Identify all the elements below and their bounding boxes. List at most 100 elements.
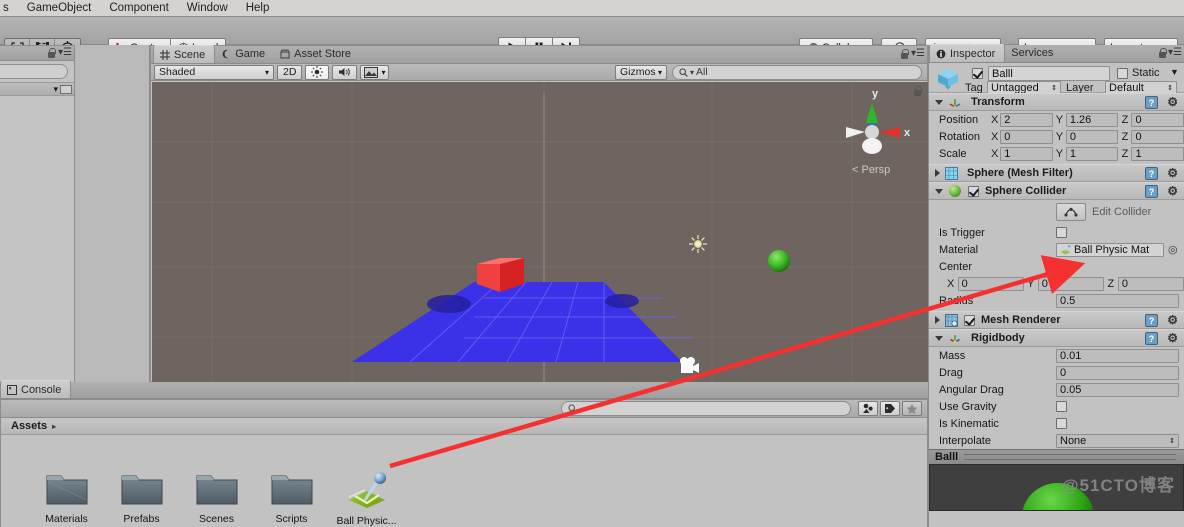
- help-icon[interactable]: ?: [1145, 167, 1158, 180]
- menu-item-window[interactable]: Window: [178, 0, 237, 16]
- interpolate-dropdown[interactable]: None ⇕: [1056, 433, 1179, 448]
- scene-effects-toggle[interactable]: ▾: [360, 64, 390, 80]
- material-object-field[interactable]: Ball Physic Mat: [1056, 242, 1164, 257]
- asset-item-ball-physic-material[interactable]: Ball Physic...: [329, 470, 404, 527]
- component-header-sphere-collider[interactable]: Sphere Collider ? ⚙: [929, 182, 1184, 200]
- renderer-enabled-checkbox[interactable]: [964, 314, 975, 326]
- gizmos-dropdown[interactable]: Gizmos ▾: [615, 64, 667, 80]
- use-gravity-checkbox[interactable]: [1056, 401, 1067, 412]
- hierarchy-menu-icon[interactable]: ▾☰: [58, 47, 72, 58]
- object-name-input[interactable]: Balll: [988, 66, 1110, 81]
- position-z-input[interactable]: 0: [1131, 112, 1184, 127]
- favorites-button[interactable]: [902, 401, 922, 416]
- transform-rotation-row: Rotation X 0 Y 0 Z 0: [929, 128, 1184, 145]
- drag-input[interactable]: 0: [1056, 365, 1179, 380]
- tab-game[interactable]: Game: [215, 45, 274, 63]
- menu-item-help[interactable]: Help: [237, 0, 279, 16]
- tab-asset-store[interactable]: Asset Store: [274, 45, 360, 63]
- inspector-menu-icon[interactable]: ▾☰: [1168, 47, 1182, 58]
- scale-x-input[interactable]: 1: [1000, 146, 1053, 161]
- position-y-input[interactable]: 1.26: [1065, 112, 1119, 127]
- asset-item-prefabs[interactable]: Prefabs: [104, 470, 179, 527]
- hierarchy-panel: ▾☰ ▾ ght: [0, 45, 75, 385]
- scene-viewport[interactable]: y x < Persp: [152, 82, 928, 382]
- lock-icon[interactable]: [47, 48, 56, 59]
- is-trigger-checkbox[interactable]: [1056, 227, 1067, 238]
- scene-orientation-gizmo[interactable]: y x < Persp: [828, 85, 920, 185]
- tab-inspector[interactable]: Inspector: [929, 44, 1006, 62]
- project-search-input[interactable]: [561, 401, 851, 416]
- angular-drag-input[interactable]: 0.05: [1056, 382, 1179, 397]
- gear-icon[interactable]: ⚙: [1167, 166, 1178, 180]
- scene-lighting-toggle[interactable]: [305, 64, 330, 80]
- scene-menu-icon[interactable]: ▾☰: [911, 48, 925, 59]
- gear-icon[interactable]: ⚙: [1167, 95, 1178, 109]
- asset-item-materials[interactable]: Materials: [29, 470, 104, 527]
- inspector-lock-icon[interactable]: [1158, 48, 1167, 59]
- scale-z-input[interactable]: 1: [1131, 146, 1184, 161]
- menu-item-clipped[interactable]: s: [0, 0, 18, 16]
- tab-console-label: Console: [21, 383, 62, 396]
- component-header-mesh-filter[interactable]: Sphere (Mesh Filter) ? ⚙: [929, 164, 1184, 182]
- mass-input[interactable]: 0.01: [1056, 348, 1179, 363]
- preview-drag-handle[interactable]: [964, 454, 1176, 460]
- foldout-icon[interactable]: [935, 316, 940, 324]
- help-icon[interactable]: ?: [1145, 332, 1158, 345]
- component-header-rigidbody[interactable]: Rigidbody ? ⚙: [929, 329, 1184, 347]
- menu-item-component[interactable]: Component: [100, 0, 177, 16]
- preview-body[interactable]: @51CTO博客: [929, 464, 1184, 511]
- menu-item-gameobject[interactable]: GameObject: [18, 0, 101, 16]
- chevron-down-icon[interactable]: ▼: [1170, 67, 1179, 77]
- center-label: Center: [939, 260, 973, 273]
- foldout-icon[interactable]: [935, 99, 943, 105]
- hierarchy-search-input[interactable]: [0, 64, 68, 79]
- edit-collider-button[interactable]: [1056, 203, 1086, 221]
- filter-by-type-button[interactable]: [858, 401, 878, 416]
- object-picker-icon[interactable]: ◎: [1168, 243, 1178, 256]
- object-enabled-checkbox[interactable]: [972, 68, 983, 79]
- radius-input[interactable]: 0.5: [1056, 293, 1179, 308]
- chevron-down-icon[interactable]: ▾: [53, 84, 58, 95]
- scene-audio-toggle[interactable]: [332, 64, 358, 80]
- collider-enabled-checkbox[interactable]: [968, 185, 979, 197]
- project-panel: Assets ▸ Materials Prefabs Scenes Script…: [0, 399, 928, 527]
- 2d-toggle-button[interactable]: 2D: [277, 64, 303, 80]
- rotation-y-input[interactable]: 0: [1065, 129, 1119, 144]
- center-y-input[interactable]: 0: [1037, 276, 1104, 291]
- drag-row: Drag 0: [929, 364, 1184, 381]
- component-header-mesh-renderer[interactable]: Mesh Renderer ? ⚙: [929, 311, 1184, 329]
- gear-icon[interactable]: ⚙: [1167, 184, 1178, 198]
- tab-console[interactable]: Console: [0, 380, 72, 398]
- menu-bar: s GameObject Component Window Help: [0, 0, 1184, 17]
- tab-scene[interactable]: Scene: [153, 45, 216, 63]
- gear-icon[interactable]: ⚙: [1167, 313, 1178, 327]
- foldout-icon[interactable]: [935, 188, 943, 194]
- help-icon[interactable]: ?: [1145, 185, 1158, 198]
- rotation-x-input[interactable]: 0: [1000, 129, 1053, 144]
- preview-header[interactable]: Balll: [929, 449, 1184, 464]
- foldout-icon[interactable]: [935, 169, 940, 177]
- help-icon[interactable]: ?: [1145, 314, 1158, 327]
- rotation-z-input[interactable]: 0: [1131, 129, 1184, 144]
- draw-mode-dropdown[interactable]: Shaded ▾: [154, 64, 274, 80]
- tab-services-label: Services: [1011, 47, 1054, 59]
- scene-search-input[interactable]: ▾ All: [672, 64, 922, 80]
- component-header-transform[interactable]: Transform ? ⚙: [929, 93, 1184, 111]
- scale-y-input[interactable]: 1: [1065, 146, 1119, 161]
- foldout-icon[interactable]: [935, 335, 943, 341]
- is-kinematic-checkbox[interactable]: [1056, 418, 1067, 429]
- gear-icon[interactable]: ⚙: [1167, 331, 1178, 345]
- static-checkbox[interactable]: [1117, 68, 1128, 79]
- filter-by-label-button[interactable]: [880, 401, 900, 416]
- help-icon[interactable]: ?: [1145, 96, 1158, 109]
- center-x-input[interactable]: 0: [957, 276, 1024, 291]
- center-z-input[interactable]: 0: [1117, 276, 1184, 291]
- viewport-lock-icon[interactable]: [913, 86, 922, 97]
- scene-lock-icon[interactable]: [900, 49, 909, 60]
- asset-item-scenes[interactable]: Scenes: [179, 470, 254, 527]
- position-x-input[interactable]: 2: [1000, 112, 1053, 127]
- breadcrumb-assets[interactable]: Assets: [11, 420, 47, 432]
- tab-services[interactable]: Services: [1005, 44, 1062, 62]
- asset-item-scripts[interactable]: Scripts: [254, 470, 329, 527]
- layers-visibility-icon[interactable]: [60, 85, 72, 94]
